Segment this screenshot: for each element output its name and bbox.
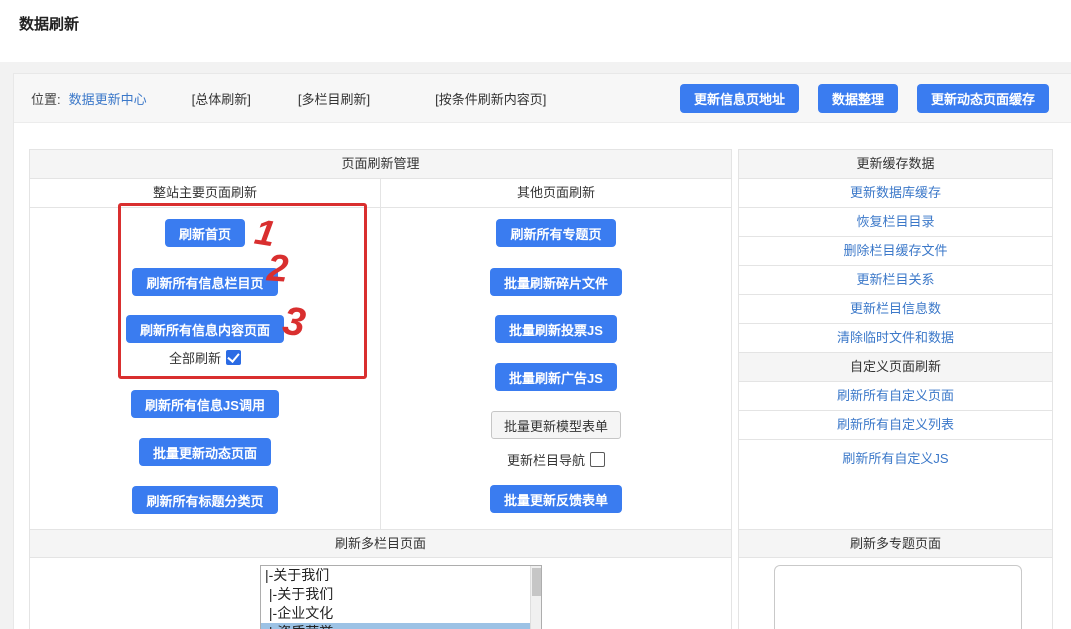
update-dynamic-page-cache-button[interactable]: 更新动态页面缓存 [917,84,1049,113]
table-row: 删除栏目缓存文件 [739,237,1052,266]
special-pages-select-box[interactable] [774,565,1022,629]
update-column-info-count-link[interactable]: 更新栏目信息数 [850,301,941,316]
listbox-scrollbar[interactable] [530,566,541,629]
batch-refresh-fragment-files-button[interactable]: 批量刷新碎片文件 [490,268,622,296]
cache-data-title: 更新缓存数据 [739,150,1052,179]
page-refresh-subheaders: 整站主要页面刷新 其他页面刷新 [30,179,731,208]
all-refresh-checkbox[interactable] [226,350,241,365]
listbox-scrollbar-thumb[interactable] [532,568,541,596]
refresh-homepage-button[interactable]: 刷新首页 [165,219,245,247]
multi-column-refresh-title: 刷新多栏目页面 [30,530,731,558]
batch-update-dynamic-pages-button[interactable]: 批量更新动态页面 [139,438,271,466]
update-db-cache-link[interactable]: 更新数据库缓存 [850,185,941,200]
list-item[interactable]: |-关于我们 [261,585,541,604]
table-row: 更新栏目信息数 [739,295,1052,324]
update-column-relations-link[interactable]: 更新栏目关系 [856,272,934,287]
breadcrumb-link-total-refresh[interactable]: [总体刷新] [192,89,251,108]
refresh-all-info-column-pages-button[interactable]: 刷新所有信息栏目页 [132,268,277,296]
restore-column-directory-link[interactable]: 恢复栏目目录 [856,214,934,229]
multi-special-refresh-title: 刷新多专题页面 [739,530,1052,558]
page-refresh-table-title: 页面刷新管理 [30,150,731,179]
column-multi-select[interactable]: |-关于我们 |-关于我们 |-企业文化 |-资质荣誉 [260,565,542,629]
main-panel: 位置: 数据更新中心 [总体刷新] [多栏目刷新] [按条件刷新内容页] 更新信… [13,73,1071,629]
delete-column-cache-files-link[interactable]: 删除栏目缓存文件 [843,243,947,258]
update-column-nav-option: 更新栏目导航 [507,450,605,469]
refresh-custom-lists-link[interactable]: 刷新所有自定义列表 [837,417,954,432]
batch-refresh-vote-js-button[interactable]: 批量刷新投票JS [495,315,617,343]
table-row: 刷新所有自定义列表 [739,411,1052,440]
refresh-all-info-content-pages-button[interactable]: 刷新所有信息内容页面 [126,315,284,343]
refresh-all-special-pages-button[interactable]: 刷新所有专题页 [496,219,615,247]
table-row: 更新栏目关系 [739,266,1052,295]
main-pages-column-header: 整站主要页面刷新 [30,179,381,207]
refresh-custom-pages-link[interactable]: 刷新所有自定义页面 [837,388,954,403]
table-row: 刷新所有自定义JS [739,440,1052,530]
clear-temp-files-link[interactable]: 清除临时文件和数据 [837,330,954,345]
page-refresh-table: 页面刷新管理 整站主要页面刷新 其他页面刷新 刷新首页 刷新所有信息栏目页 刷新… [29,149,732,629]
breadcrumb-home-link[interactable]: 数据更新中心 [69,89,147,108]
breadcrumb-label: 位置: [31,89,61,108]
other-pages-cell: 刷新所有专题页 批量刷新碎片文件 批量刷新投票JS 批量刷新广告JS 批量更新模… [381,208,731,529]
table-row: 更新数据库缓存 [739,179,1052,208]
batch-update-model-forms-button[interactable]: 批量更新模型表单 [491,411,621,439]
all-refresh-label: 全部刷新 [169,348,221,367]
main-pages-cell: 刷新首页 刷新所有信息栏目页 刷新所有信息内容页面 全部刷新 刷新所有信息JS调… [30,208,381,529]
custom-page-refresh-title: 自定义页面刷新 [739,353,1052,382]
update-column-nav-label: 更新栏目导航 [507,450,585,469]
data-organize-button[interactable]: 数据整理 [818,84,898,113]
page-refresh-body: 刷新首页 刷新所有信息栏目页 刷新所有信息内容页面 全部刷新 刷新所有信息JS调… [30,208,731,530]
toolbar: 更新信息页地址 数据整理 更新动态页面缓存 [680,84,1071,113]
table-row: 恢复栏目目录 [739,208,1052,237]
table-row: 清除临时文件和数据 [739,324,1052,353]
refresh-all-info-js-calls-button[interactable]: 刷新所有信息JS调用 [131,390,279,418]
multi-special-box-row [739,558,1052,629]
page-title: 数据刷新 [19,13,79,34]
batch-refresh-ad-js-button[interactable]: 批量刷新广告JS [495,363,617,391]
update-column-nav-checkbox[interactable] [590,452,605,467]
table-row: 刷新所有自定义页面 [739,382,1052,411]
list-item[interactable]: |-企业文化 [261,604,541,623]
all-refresh-option: 全部刷新 [169,348,241,367]
batch-update-feedback-forms-button[interactable]: 批量更新反馈表单 [490,485,622,513]
list-item[interactable]: |-关于我们 [261,566,541,585]
breadcrumb-link-conditional-refresh[interactable]: [按条件刷新内容页] [435,89,546,108]
refresh-custom-js-link[interactable]: 刷新所有自定义JS [842,451,948,466]
cache-data-table: 更新缓存数据 更新数据库缓存 恢复栏目目录 删除栏目缓存文件 更新栏目关系 更新… [738,149,1053,629]
breadcrumb-link-multi-column-refresh[interactable]: [多栏目刷新] [298,89,370,108]
breadcrumb-bar: 位置: 数据更新中心 [总体刷新] [多栏目刷新] [按条件刷新内容页] 更新信… [14,74,1071,123]
update-info-page-url-button[interactable]: 更新信息页地址 [680,84,799,113]
refresh-all-title-category-pages-button[interactable]: 刷新所有标题分类页 [132,486,277,514]
list-item-selected[interactable]: |-资质荣誉 [261,623,541,629]
other-pages-column-header: 其他页面刷新 [381,179,731,207]
multi-column-listbox-row: |-关于我们 |-关于我们 |-企业文化 |-资质荣誉 [30,558,731,629]
